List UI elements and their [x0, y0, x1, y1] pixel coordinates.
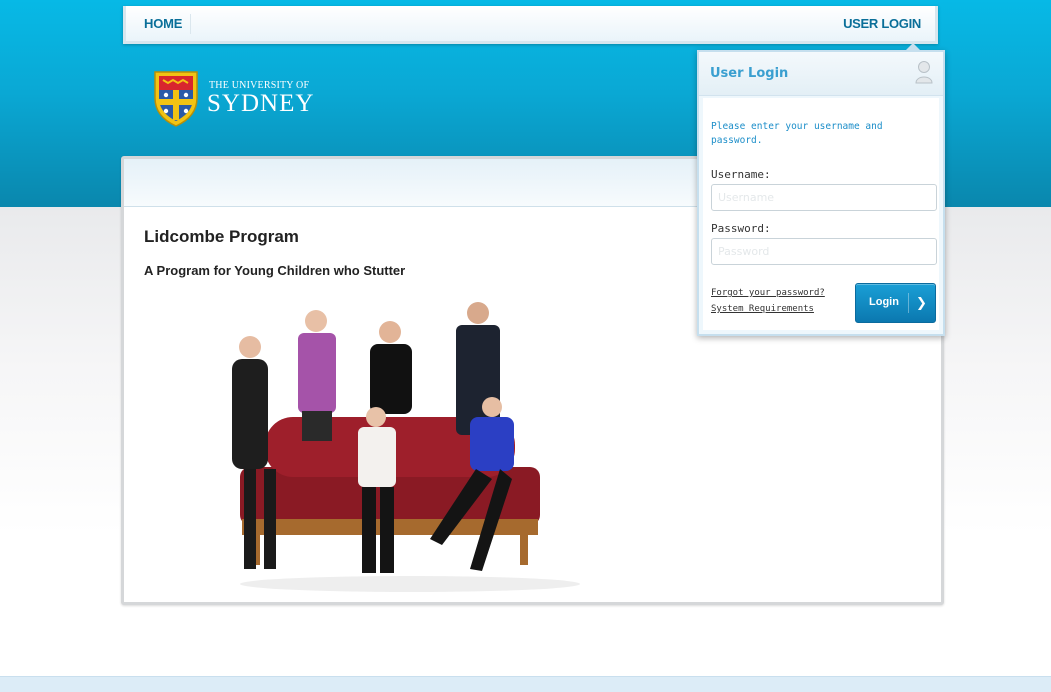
login-button-divider — [908, 293, 909, 313]
system-requirements-link[interactable]: System Requirements — [711, 304, 814, 314]
forgot-password-link[interactable]: Forgot your password? — [711, 288, 825, 298]
login-button[interactable]: Login ❯ — [855, 283, 936, 323]
login-form: Please enter your username and password.… — [703, 98, 939, 330]
login-button-label: Login — [869, 296, 899, 308]
user-avatar-icon — [915, 61, 933, 84]
nav-user-login-link[interactable]: USER LOGIN — [843, 16, 921, 31]
username-label: Username: — [711, 168, 771, 181]
user-login-panel: User Login Please enter your username an… — [697, 43, 945, 336]
university-logo[interactable]: THE UNIVERSITY OF SYDNEY — [151, 68, 315, 128]
footer-band — [0, 676, 1051, 692]
university-crest-icon — [154, 71, 198, 127]
login-panel-header: User Login — [699, 52, 943, 96]
logo-text-sydney: SYDNEY — [207, 90, 315, 117]
nav-divider — [190, 14, 191, 34]
page-subtitle: A Program for Young Children who Stutter — [144, 263, 406, 278]
team-photo — [180, 299, 628, 595]
login-panel-title: User Login — [710, 66, 789, 81]
password-label: Password: — [711, 222, 771, 235]
login-instructions: Please enter your username and password. — [711, 121, 883, 146]
chevron-right-icon: ❯ — [916, 296, 927, 311]
nav-home-link[interactable]: HOME — [144, 16, 182, 31]
page-title: Lidcombe Program — [144, 227, 299, 246]
top-navigation: HOME USER LOGIN — [123, 6, 938, 44]
password-input[interactable] — [711, 238, 937, 265]
login-panel-notch — [904, 43, 922, 52]
username-input[interactable] — [711, 184, 937, 211]
